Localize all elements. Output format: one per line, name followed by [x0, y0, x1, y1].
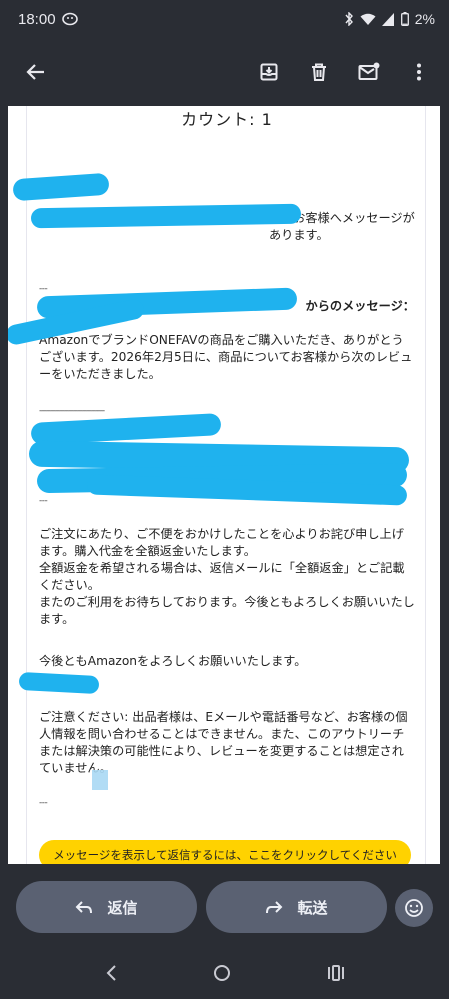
emoji-reaction-icon — [404, 898, 424, 918]
notice-text: ご注意ください: 出品者様は、Eメールや電話番号など、お客様の個人情報を問い合わ… — [39, 710, 408, 775]
forward-label: 転送 — [297, 898, 328, 917]
bluetooth-icon — [344, 12, 354, 26]
system-nav-bar — [0, 946, 449, 999]
signal-icon — [381, 12, 395, 26]
divider: --- — [39, 284, 48, 294]
forward-icon — [265, 900, 283, 914]
nav-recents-icon[interactable] — [327, 964, 345, 982]
email-body: カウント: 1 よりお客様へメッセージがあります。 --- からのメッセージ： … — [8, 106, 440, 864]
battery-icon — [400, 12, 409, 26]
emoji-reaction-button[interactable] — [395, 889, 433, 927]
count-line: カウント: 1 — [181, 110, 273, 129]
closing-text: 今後ともAmazonをよろしくお願いいたします。 — [39, 654, 307, 668]
delete-icon[interactable] — [299, 52, 339, 92]
email-content: カウント: 1 よりお客様へメッセージがあります。 --- からのメッセージ： … — [8, 106, 426, 864]
reply-label: 返信 — [107, 898, 138, 917]
apology-refund-text: ご注文にあたり、ご不便をおかけしたことを心よりお詫び申し上げます。購入代金を全額… — [39, 527, 415, 626]
reply-icon — [75, 900, 93, 914]
redaction-mark — [18, 671, 100, 695]
status-time: 18:00 — [18, 10, 56, 28]
nav-back-icon[interactable] — [105, 964, 117, 982]
forward-button[interactable]: 転送 — [206, 881, 387, 933]
mark-unread-icon[interactable] — [349, 52, 389, 92]
text-selection-handle — [92, 770, 108, 790]
nav-home-icon[interactable] — [213, 964, 231, 982]
back-arrow-icon[interactable] — [16, 52, 56, 92]
view-and-reply-button[interactable]: メッセージを表示して返信するには、ここをクリックしてください — [39, 840, 411, 864]
more-vert-icon[interactable] — [399, 52, 439, 92]
status-bar: 18:00 2% — [0, 0, 449, 38]
purchase-thanks-text: AmazonでブランドONEFAVの商品をご購入いただき、ありがとうございます。… — [39, 333, 413, 381]
redaction-mark — [12, 172, 110, 202]
action-bar: 返信 転送 — [0, 864, 449, 946]
battery-percent: 2% — [414, 11, 435, 27]
app-bar — [0, 38, 449, 106]
archive-icon[interactable] — [249, 52, 289, 92]
reply-button[interactable]: 返信 — [16, 881, 197, 933]
wifi-icon — [360, 13, 376, 26]
redaction-mark — [30, 413, 222, 445]
app-notification-icon — [61, 12, 78, 26]
divider: --- — [39, 496, 48, 506]
divider: --- — [39, 798, 48, 808]
divider: ----------------------------- — [39, 406, 105, 416]
